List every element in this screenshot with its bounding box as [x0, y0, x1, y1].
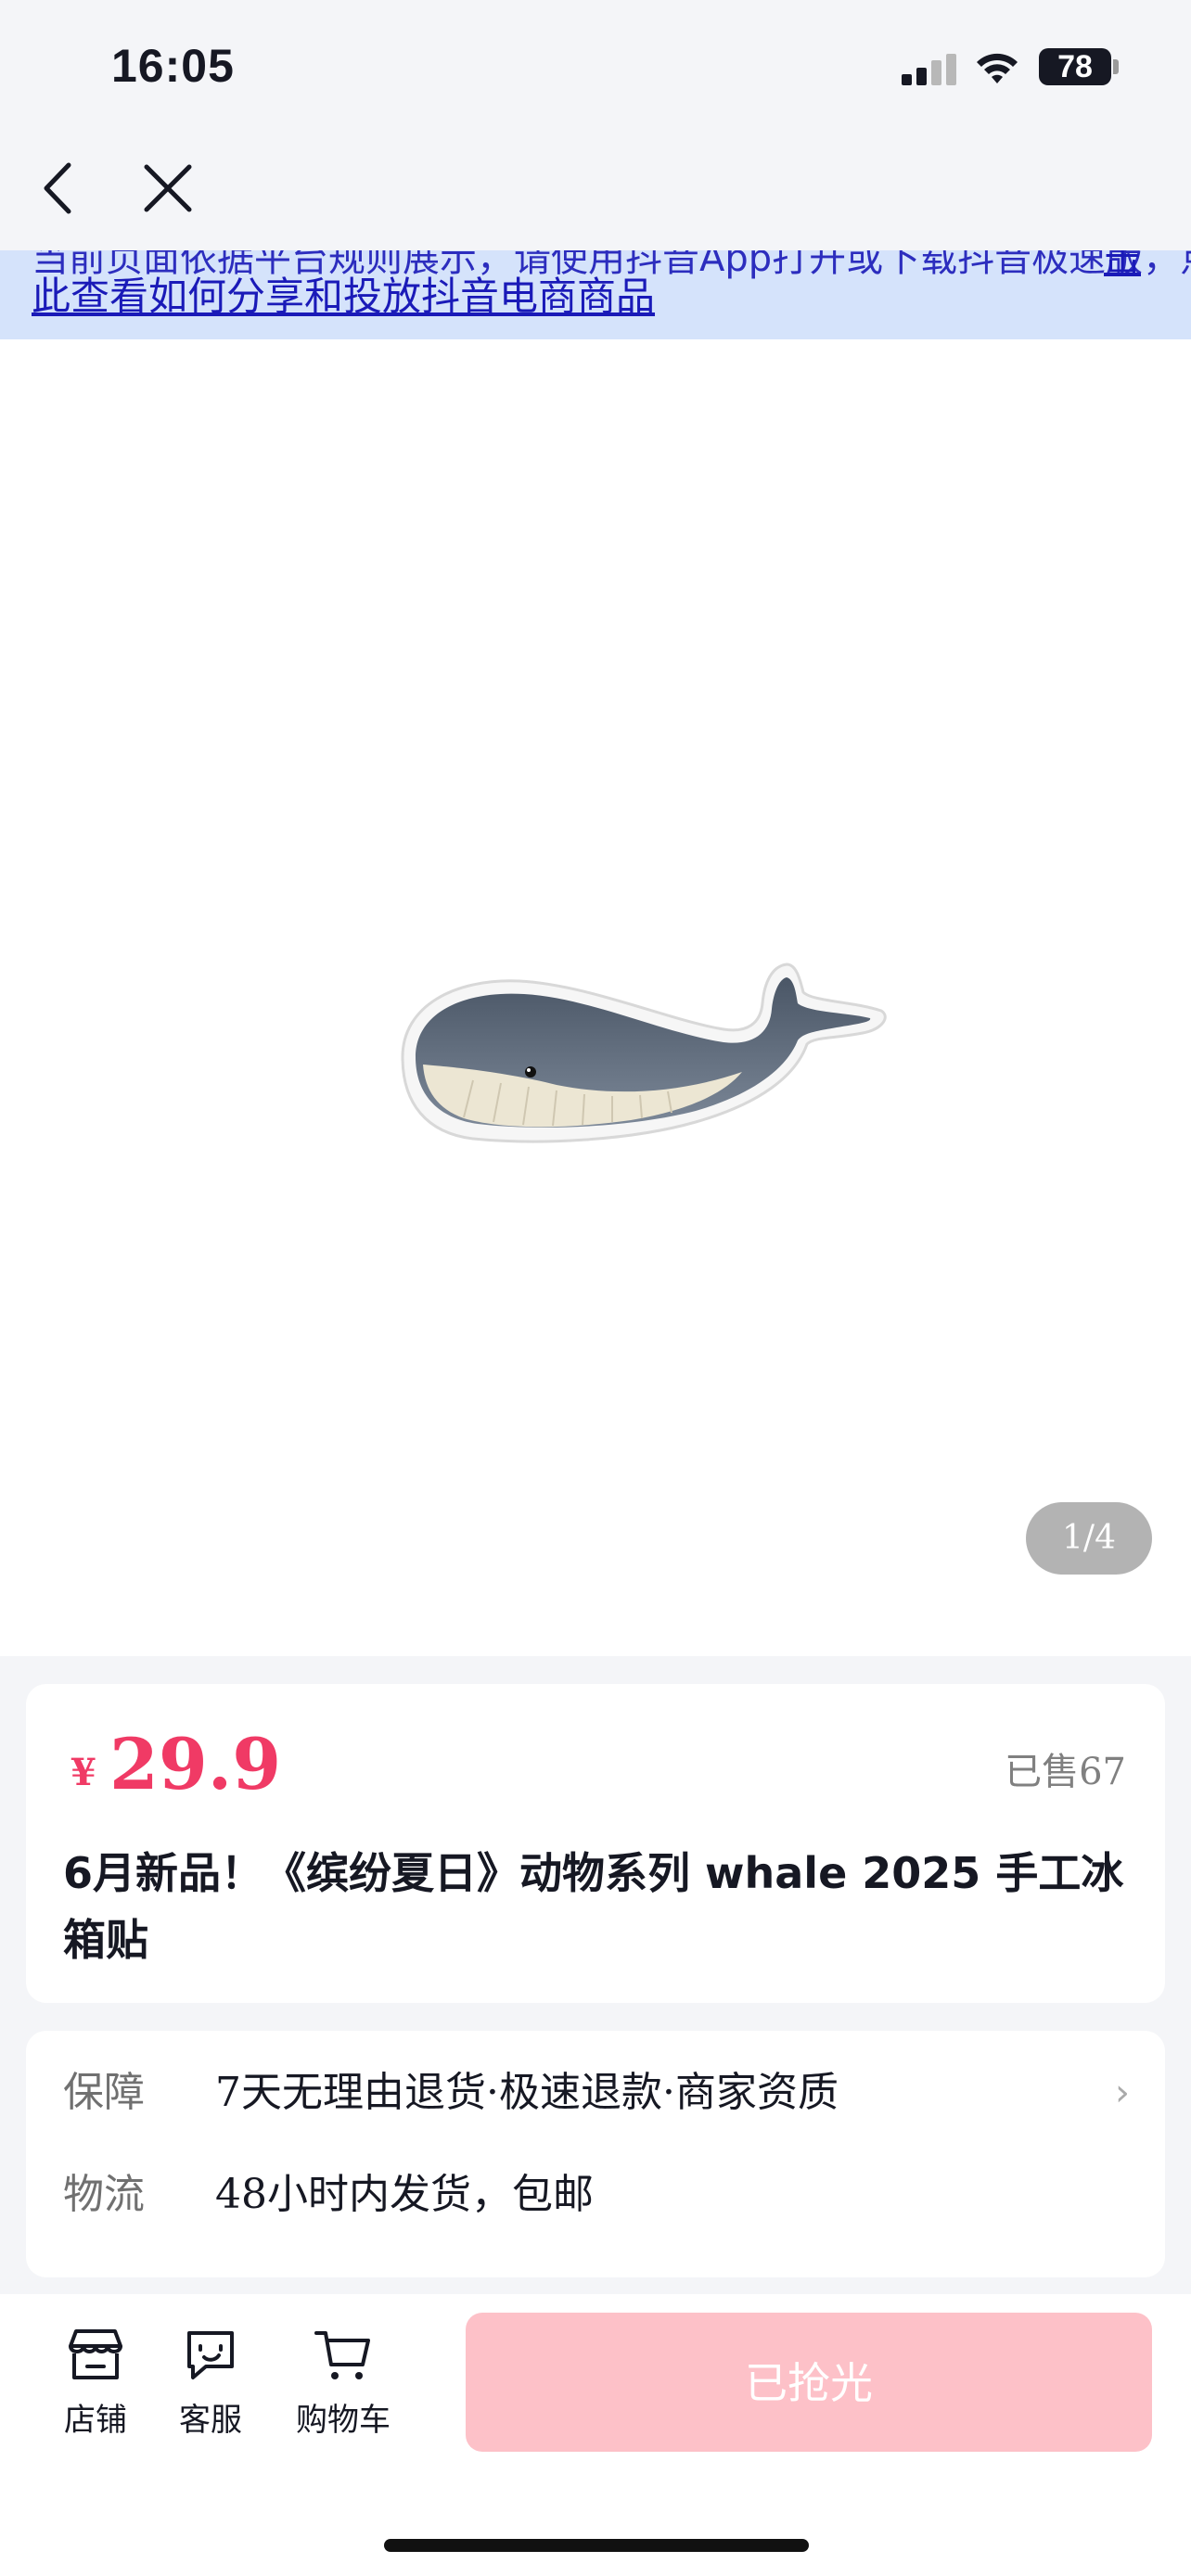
- logistics-row: 物流 48小时内发货，包邮: [63, 2162, 1130, 2227]
- wifi-icon: [977, 53, 1018, 83]
- banner-share-link[interactable]: 此查看如何分享和投放抖音电商商品: [32, 265, 655, 322]
- info-banner: 当前页面依据平台规则展示，请使用抖音App打开或下载抖音极速版，点 击 此查看如…: [0, 250, 1191, 339]
- back-icon[interactable]: [35, 158, 82, 219]
- whale-magnet-image: [401, 963, 887, 1143]
- gallery-page-indicator: 1/4: [1026, 1502, 1152, 1575]
- battery-tip: [1113, 59, 1119, 74]
- chat-bubble-icon: [187, 2331, 234, 2379]
- logistics-label: 物流: [63, 2171, 145, 2218]
- cellular-signal-icon: [902, 54, 957, 85]
- home-indicator[interactable]: [384, 2539, 809, 2552]
- status-time: 16:05: [111, 40, 235, 92]
- guarantee-value: 7天无理由退货·极速退款·商家资质: [215, 2069, 839, 2116]
- cart-button[interactable]: 购物车: [288, 2326, 399, 2440]
- sold-count: 已售67: [1005, 1751, 1126, 1793]
- store-button[interactable]: 店铺: [45, 2326, 147, 2440]
- close-icon[interactable]: [139, 159, 197, 217]
- battery-icon: 78: [1039, 48, 1111, 85]
- guarantee-row[interactable]: 保障 7天无理由退货·极速退款·商家资质 ›: [63, 2060, 1130, 2125]
- status-bar: 16:05 78: [0, 0, 1191, 139]
- cart-label: 购物车: [296, 2402, 391, 2439]
- store-icon: [69, 2329, 122, 2379]
- customer-service-label: 客服: [179, 2402, 242, 2439]
- price-title-card: ¥ 29.9 已售67 6月新品！《缤纷夏日》动物系列 whale 2025 手…: [26, 1684, 1165, 2003]
- guarantee-label: 保障: [63, 2069, 145, 2116]
- banner-link-tail[interactable]: 击: [1104, 250, 1141, 282]
- shopping-cart-icon: [314, 2331, 370, 2379]
- customer-service-button[interactable]: 客服: [160, 2326, 262, 2440]
- logistics-value: 48小时内发货，包邮: [215, 2171, 594, 2218]
- product-title: 6月新品！《缤纷夏日》动物系列 whale 2025 手工冰箱贴: [63, 1848, 1124, 1965]
- product-price: 29.9: [109, 1723, 282, 1805]
- currency-symbol: ¥: [70, 1751, 96, 1794]
- store-label: 店铺: [64, 2402, 127, 2439]
- sold-out-button[interactable]: 已抢光: [466, 2313, 1152, 2452]
- services-card: 保障 7天无理由退货·极速退款·商家资质 › 物流 48小时内发货，包邮: [26, 2031, 1165, 2277]
- chevron-right-icon: ›: [1115, 2072, 1130, 2114]
